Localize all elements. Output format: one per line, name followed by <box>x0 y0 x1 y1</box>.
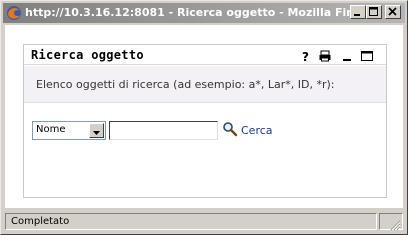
status-panel-secondary <box>379 213 403 231</box>
maximize-icon[interactable] <box>360 48 374 62</box>
firefox-icon <box>6 5 22 21</box>
search-row: Nome Cerca <box>32 121 382 141</box>
resize-grip-icon[interactable] <box>389 216 401 231</box>
chevron-down-icon <box>93 131 100 135</box>
maximize-icon <box>369 7 378 16</box>
search-field-select[interactable]: Nome <box>32 121 106 140</box>
status-bar: Completato <box>3 211 405 232</box>
window-title: http://10.3.16.12:8081 - Ricerca oggetto… <box>25 6 379 19</box>
help-icon[interactable]: ? <box>299 48 313 64</box>
status-panel: Completato <box>5 213 377 230</box>
browser-window: http://10.3.16.12:8081 - Ricerca oggetto… <box>0 0 408 235</box>
page-content: Ricerca oggetto ? Elenco oggetti di rice… <box>5 25 403 208</box>
portlet-header: Ricerca oggetto ? <box>24 45 386 65</box>
minimize-icon[interactable] <box>340 48 354 62</box>
svg-text:?: ? <box>302 50 309 63</box>
search-input[interactable] <box>109 121 218 140</box>
portlet-title: Ricerca oggetto <box>31 48 144 62</box>
maximize-button[interactable] <box>366 5 382 19</box>
search-button[interactable]: Cerca <box>241 124 273 137</box>
select-value: Nome <box>36 124 66 135</box>
print-icon[interactable] <box>318 48 332 62</box>
minimize-button[interactable] <box>350 5 366 19</box>
status-text: Completato <box>11 216 70 227</box>
search-portlet: Ricerca oggetto ? Elenco oggetti di rice… <box>23 44 387 198</box>
select-arrow[interactable] <box>89 123 104 138</box>
search-description: Elenco oggetti di ricerca (ad esempio: a… <box>36 78 335 91</box>
title-bar[interactable]: http://10.3.16.12:8081 - Ricerca oggetto… <box>3 3 405 23</box>
magnifier-icon[interactable] <box>222 121 238 137</box>
close-button[interactable] <box>385 5 401 19</box>
description-area: Elenco oggetti di ricerca (ad esempio: a… <box>24 66 386 103</box>
close-icon <box>388 7 397 16</box>
minimize-icon <box>354 14 360 16</box>
